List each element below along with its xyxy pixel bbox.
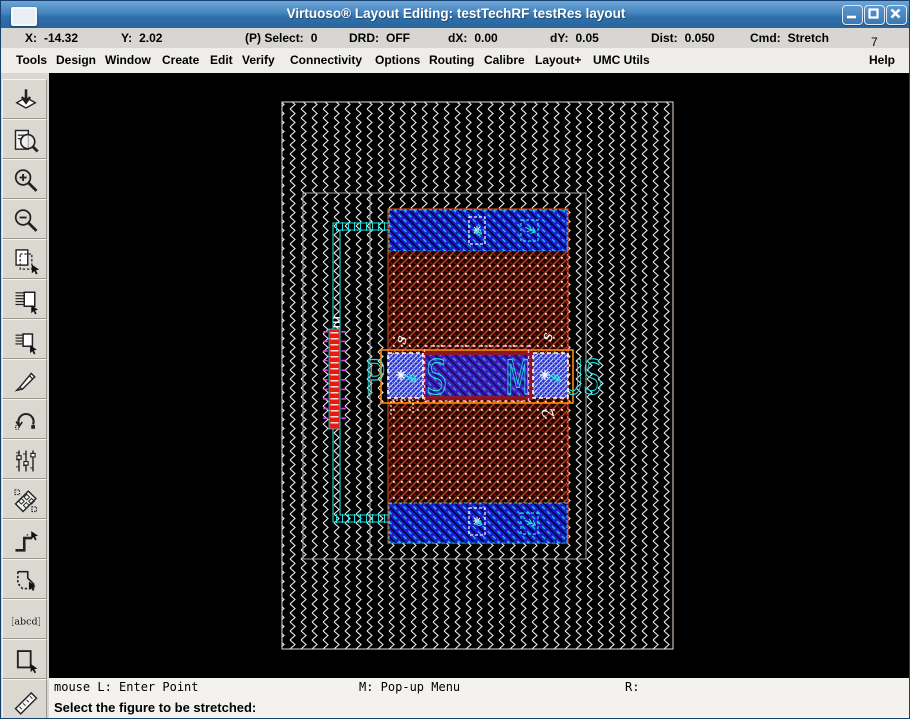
menu-tools[interactable]: Tools <box>16 53 47 67</box>
menu-routing[interactable]: Routing <box>429 53 474 67</box>
zoom-in-button[interactable] <box>2 159 47 199</box>
menu-umc-utils[interactable]: UMC Utils <box>593 53 650 67</box>
pencil-icon <box>14 372 36 392</box>
menu-edit[interactable]: Edit <box>210 53 233 67</box>
descend-button[interactable] <box>2 79 47 119</box>
create-label-icon: [abcd] <box>12 617 40 628</box>
status-dx: dX: 0.00 <box>448 31 498 45</box>
stretch-button[interactable] <box>2 319 47 359</box>
status-dy: dY: 0.05 <box>550 31 599 45</box>
menu-help[interactable]: Help <box>869 53 895 67</box>
virtuoso-window: Virtuoso® Layout Editing: testTechRF tes… <box>0 0 910 719</box>
status-dist: Dist: 0.050 <box>651 31 715 45</box>
create-path-icon <box>15 531 39 552</box>
create-path-button[interactable] <box>2 519 47 559</box>
rotate-button[interactable] <box>2 399 47 439</box>
window-title: Virtuoso® Layout Editing: testTechRF tes… <box>286 6 626 21</box>
create-label-button[interactable]: [abcd] <box>2 599 47 639</box>
menu-connectivity[interactable]: Connectivity <box>290 53 362 67</box>
mouse-left-binding: mouse L: Enter Point <box>54 680 199 694</box>
layout-canvas[interactable]: PLUS MINUS <box>49 73 909 678</box>
status-y: Y: 2.02 <box>121 31 163 45</box>
mouse-binding-bar: mouse L: Enter Point M: Pop-up Menu R: <box>49 678 909 697</box>
status-drd: DRD: OFF <box>349 31 410 45</box>
svg-text:[abcd]: [abcd] <box>12 617 40 628</box>
copy-button[interactable] <box>2 239 47 279</box>
menu-bar: Tools Design Window Create Edit Verify C… <box>1 48 909 73</box>
title-bar[interactable]: Virtuoso® Layout Editing: testTechRF tes… <box>1 1 909 29</box>
status-counter: 7 <box>871 35 878 49</box>
properties-icon <box>16 450 36 472</box>
status-x: X: -14.32 <box>25 31 79 45</box>
menu-create[interactable]: Create <box>162 53 199 67</box>
pick-instances-icon <box>14 489 38 513</box>
stretch-icon <box>15 333 37 355</box>
fit-view-button[interactable] <box>2 119 47 159</box>
prompt-message-bar: Select the figure to be stretched: <box>49 696 909 718</box>
properties-button[interactable] <box>2 439 47 479</box>
mouse-right-binding: R: <box>625 680 640 694</box>
maximize-icon <box>868 8 879 19</box>
fit-view-icon <box>14 129 39 153</box>
rotate-icon <box>14 413 35 430</box>
create-rect-icon <box>16 650 38 674</box>
status-cmd: Cmd: Stretch <box>750 31 830 45</box>
ruler-button[interactable] <box>2 679 47 718</box>
menu-calibre[interactable]: Calibre <box>484 53 525 67</box>
menu-layout-plus[interactable]: Layout+ <box>535 53 581 67</box>
minimize-button[interactable] <box>842 5 863 25</box>
mouse-middle-binding: M: Pop-up Menu <box>359 680 461 694</box>
pick-instances-button[interactable] <box>2 479 47 519</box>
pencil-button[interactable] <box>2 359 47 399</box>
create-rect-button[interactable] <box>2 639 47 679</box>
move-icon <box>15 291 39 315</box>
minimize-icon <box>847 15 856 19</box>
descend-icon <box>15 89 37 109</box>
zoom-in-icon <box>14 169 38 192</box>
ruler-icon <box>14 691 38 715</box>
zoom-out-icon <box>14 209 38 232</box>
create-polygon-icon <box>17 570 36 591</box>
tool-palette: [abcd] <box>1 73 50 718</box>
status-bar: X: -14.32 Y: 2.02 (P) Select: 0 DRD: OFF dX:… <box>1 28 909 49</box>
close-icon <box>890 8 901 19</box>
menu-design[interactable]: Design <box>56 53 96 67</box>
menu-window[interactable]: Window <box>105 53 151 67</box>
layout-drawing: PLUS MINUS <box>49 73 909 678</box>
move-button[interactable] <box>2 279 47 319</box>
create-polygon-button[interactable] <box>2 559 47 599</box>
copy-icon <box>15 249 40 275</box>
menu-options[interactable]: Options <box>375 53 420 67</box>
status-select-count: (P) Select: 0 <box>245 31 318 45</box>
zoom-out-button[interactable] <box>2 199 47 239</box>
prompt-message: Select the figure to be stretched: <box>54 700 257 715</box>
menu-verify[interactable]: Verify <box>242 53 275 67</box>
close-button[interactable] <box>886 5 907 25</box>
maximize-button[interactable] <box>864 5 885 25</box>
